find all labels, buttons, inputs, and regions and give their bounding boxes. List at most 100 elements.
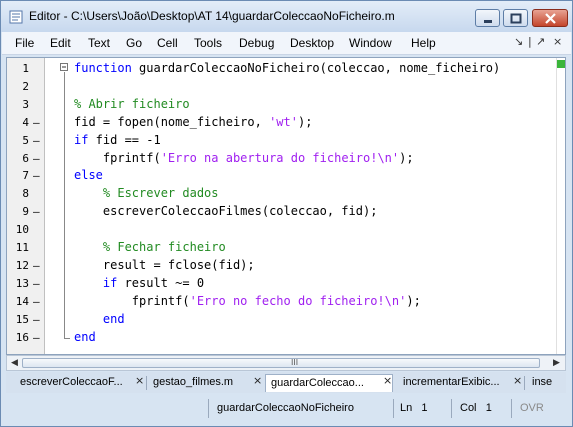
fold-collapse-icon[interactable] <box>60 63 68 71</box>
menu-tools[interactable]: Tools <box>194 36 222 50</box>
status-column: Col 1 <box>451 399 511 418</box>
menu-edit[interactable]: Edit <box>50 36 71 50</box>
menu-go[interactable]: Go <box>126 36 142 50</box>
breakpoint-marker[interactable]: — <box>33 277 40 290</box>
line-number: 10 <box>15 223 29 237</box>
minus-icon <box>62 66 66 68</box>
tab-close-icon[interactable]: × <box>383 374 392 387</box>
tab-inse[interactable]: inse <box>532 374 552 392</box>
status-ln-value: 1 <box>421 402 428 414</box>
menu-debug[interactable]: Debug <box>239 36 274 50</box>
tab-close-icon[interactable]: × <box>253 374 262 387</box>
line-number: 4 <box>22 115 29 129</box>
maximize-button[interactable] <box>503 9 528 27</box>
line-number: 14 <box>15 294 29 308</box>
status-bar: guardarColeccaoNoFicheiro Ln 1 Col 1 OVR <box>2 396 571 422</box>
title-bar[interactable]: Editor - C:\Users\João\Desktop\AT 14\gua… <box>1 1 572 32</box>
matlab-editor-icon <box>9 10 23 24</box>
code-editor[interactable]: 1 function guardarColeccaoNoFicheiro(cole… <box>6 57 566 355</box>
line-number: 1 <box>22 62 29 75</box>
code-token: result ~= 0 <box>117 275 205 290</box>
code-token: ); <box>297 114 313 129</box>
menu-cell[interactable]: Cell <box>157 36 178 50</box>
horizontal-scrollbar[interactable]: ◀ III ▶ <box>6 355 566 371</box>
code-line[interactable]: end <box>74 330 96 344</box>
code-analyzer-ok-indicator[interactable] <box>557 60 565 68</box>
undock-icon[interactable]: ↗ <box>536 35 545 48</box>
close-button[interactable] <box>532 9 568 27</box>
tab-incrementar-exibicao[interactable]: incrementarExibic... <box>403 374 500 392</box>
tab-separator <box>524 376 525 390</box>
breakpoint-marker[interactable]: — <box>33 205 40 218</box>
breakpoint-marker[interactable]: — <box>33 134 40 147</box>
tab-separator <box>146 376 147 390</box>
line-number: 3 <box>22 97 29 111</box>
code-token: guardarColeccaoNoFicheiro(coleccao, nome… <box>131 61 501 75</box>
menu-text[interactable]: Text <box>88 36 110 50</box>
breakpoint-marker[interactable]: — <box>33 152 40 165</box>
code-line[interactable]: fprintf('Erro no fecho do ficheiro!\n'); <box>74 294 421 308</box>
minimize-icon <box>484 20 492 23</box>
line-number: 6 <box>22 151 29 165</box>
status-ln-label: Ln <box>400 402 413 414</box>
tab-gestao-filmes[interactable]: gestao_filmes.m <box>153 374 233 392</box>
status-col-value: 1 <box>485 402 492 414</box>
code-line[interactable]: end <box>74 312 125 326</box>
line-number: 15 <box>15 312 29 326</box>
tab-guardar-coleccao[interactable]: guardarColeccao... <box>265 374 393 392</box>
line-number: 2 <box>22 79 29 93</box>
close-icon <box>545 13 556 24</box>
breakpoint-marker[interactable]: — <box>33 295 40 308</box>
menu-window[interactable]: Window <box>349 36 392 50</box>
tab-close-icon[interactable]: × <box>135 374 144 387</box>
code-token: ); <box>399 150 414 165</box>
scroll-left-icon[interactable]: ◀ <box>11 358 18 368</box>
code-line[interactable]: if fid == -1 <box>74 133 161 147</box>
code-token: result = fclose(fid); <box>74 257 255 272</box>
dock-icon[interactable]: ↘ <box>514 35 523 48</box>
breakpoint-marker[interactable]: — <box>33 313 40 326</box>
comment-token: % Abrir ficheiro <box>74 96 190 111</box>
line-number: 13 <box>15 276 29 290</box>
close-document-icon[interactable]: × <box>553 35 562 48</box>
grip-icon: III <box>291 358 299 367</box>
scroll-right-icon[interactable]: ▶ <box>553 358 560 368</box>
code-line[interactable]: else <box>74 168 103 182</box>
window-title: Editor - C:\Users\João\Desktop\AT 14\gua… <box>29 9 395 23</box>
comment-token: % Escrever dados <box>74 186 219 201</box>
code-line[interactable]: result = fclose(fid); <box>74 258 255 272</box>
minimize-button[interactable] <box>475 9 500 27</box>
code-line[interactable]: function guardarColeccaoNoFicheiro(colec… <box>74 61 500 75</box>
comment-token: % Fechar ficheiro <box>74 240 226 254</box>
tab-close-icon[interactable]: × <box>513 374 522 387</box>
code-line[interactable]: if result ~= 0 <box>74 276 204 290</box>
code-token: fid = fopen(nome_ficheiro, <box>74 114 270 129</box>
breakpoint-marker[interactable]: — <box>33 169 40 182</box>
line-number: 5 <box>22 133 29 147</box>
fold-line <box>64 72 65 338</box>
keyword-token: if <box>102 275 118 290</box>
scroll-thumb[interactable]: III <box>22 358 540 368</box>
line-number: 9 <box>22 205 29 219</box>
menu-file[interactable]: File <box>15 36 34 50</box>
line-number: 8 <box>22 187 29 201</box>
code-line[interactable]: fid = fopen(nome_ficheiro, 'wt'); <box>74 115 312 129</box>
breakpoint-marker[interactable]: — <box>33 331 40 344</box>
code-token: fprintf( <box>74 293 190 308</box>
separator: | <box>528 35 532 48</box>
fold-end-marker <box>64 338 70 339</box>
code-line[interactable]: % Abrir ficheiro <box>74 97 190 111</box>
breakpoint-marker[interactable]: — <box>33 116 40 129</box>
status-line: Ln 1 <box>393 399 451 418</box>
code-line[interactable]: fprintf('Erro na abertura do ficheiro!\n… <box>74 151 414 165</box>
breakpoint-marker[interactable]: — <box>33 259 40 272</box>
code-line[interactable]: % Fechar ficheiro <box>74 240 226 254</box>
code-line[interactable]: % Escrever dados <box>74 186 219 200</box>
menu-help[interactable]: Help <box>411 36 436 50</box>
menu-desktop[interactable]: Desktop <box>290 36 334 50</box>
code-token: escreverColeccaoFilmes(coleccao, fid); <box>74 204 378 219</box>
keyword-token: else <box>74 168 103 183</box>
tab-escrever-coleccao[interactable]: escreverColeccaoF... <box>20 374 123 392</box>
code-line[interactable]: escreverColeccaoFilmes(coleccao, fid); <box>74 204 378 219</box>
